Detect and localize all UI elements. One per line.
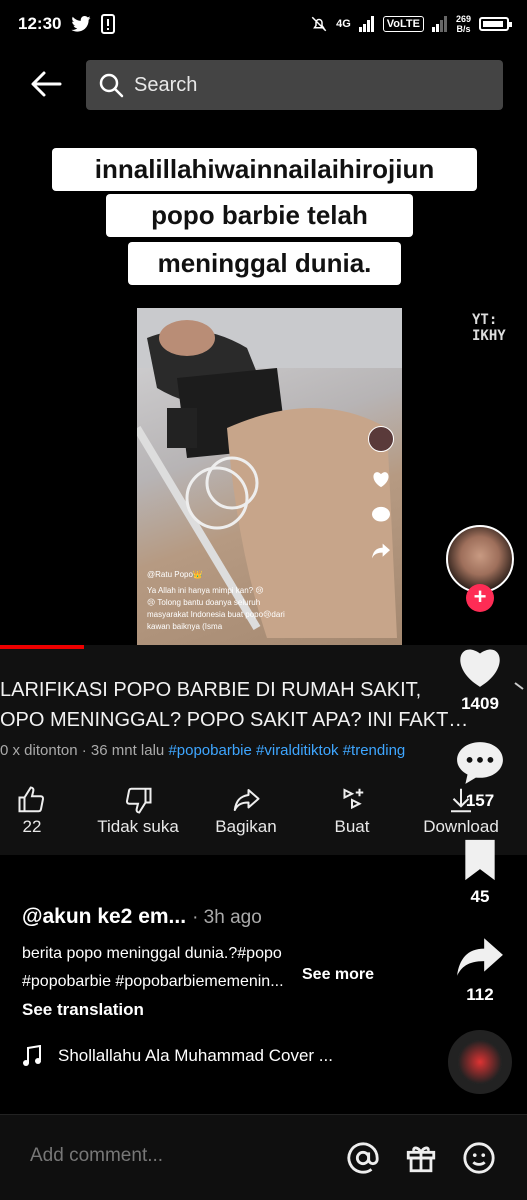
thumbs-down-icon xyxy=(125,787,152,814)
music-note-icon xyxy=(23,1045,41,1066)
remix-icon xyxy=(343,788,364,810)
status-time: 12:30 xyxy=(18,14,62,33)
signal-icon-2 xyxy=(431,16,447,32)
thumbs-up-icon xyxy=(18,786,45,813)
share-arrow-icon xyxy=(233,789,260,811)
bookmark-button[interactable]: 45 xyxy=(440,838,520,907)
share-button[interactable]: 112 xyxy=(440,934,520,1005)
back-arrow-icon[interactable] xyxy=(28,66,64,102)
bookmark-count: 45 xyxy=(470,887,490,906)
music-disc[interactable] xyxy=(448,1030,512,1094)
net-speed: 269 B/s xyxy=(455,14,471,34)
hospital-scene-illustration xyxy=(137,308,402,638)
youtube-meta: 0 x ditonton · 36 mnt lalu #popobarbie #… xyxy=(0,742,406,759)
post-time: · 3h ago xyxy=(192,907,262,928)
follow-button[interactable]: + xyxy=(466,584,494,612)
see-more-link[interactable]: See more xyxy=(302,966,374,984)
volte-badge: VoLTE xyxy=(382,16,424,32)
post-author[interactable]: @akun ke2 em... · 3h ago xyxy=(22,905,262,929)
search-icon xyxy=(99,73,124,98)
comment-bar: Add comment... xyxy=(0,1114,527,1200)
network-type: 4G xyxy=(336,18,351,30)
embedded-text-1: Ya Allah ini hanya mimpi kan? 😢 xyxy=(147,586,264,595)
bookmark-icon xyxy=(465,839,495,881)
yt-create: Buat xyxy=(326,785,378,837)
embedded-tiktok-rail xyxy=(368,426,394,560)
music-title: Shollallahu Ala Muhammad Cover ... xyxy=(58,1046,333,1065)
embedded-user: @Ratu Popo👑 xyxy=(147,570,203,579)
video-caption-line-1: innalillahiwainnailaihirojiun xyxy=(52,148,477,191)
status-bar: 12:30 4G VoLTE 269 B/s xyxy=(0,0,527,48)
yt-share: Bagikan xyxy=(208,785,284,837)
comment-bubble-icon xyxy=(457,742,503,784)
embedded-text-3: masyarakat Indonesia buat popo😢dari xyxy=(147,610,285,619)
battery-icon xyxy=(479,17,512,31)
youtube-title: LARIFIKASI POPO BARBIE DI RUMAH SAKIT, O… xyxy=(0,679,469,731)
signal-icon xyxy=(358,16,374,32)
like-button[interactable]: 1409 xyxy=(440,643,520,714)
share-count: 112 xyxy=(466,985,494,1004)
twitter-icon xyxy=(71,16,92,32)
mute-icon xyxy=(311,16,327,32)
heart-icon xyxy=(460,649,500,687)
emoji-icon[interactable] xyxy=(462,1141,496,1175)
search-placeholder: Search xyxy=(134,73,198,96)
comment-input[interactable]: Add comment... xyxy=(30,1145,163,1167)
video-caption-line-2: popo barbie telah xyxy=(106,194,413,237)
gift-icon[interactable] xyxy=(404,1141,438,1175)
creator-avatar[interactable] xyxy=(446,525,514,593)
yt-dislike: Tidak suka xyxy=(92,785,184,837)
embedded-text-4: kawan baiknya (Isma xyxy=(147,622,223,631)
share-icon xyxy=(457,938,503,976)
mention-icon[interactable] xyxy=(346,1141,380,1175)
yt-like: 22 xyxy=(12,785,52,837)
embedded-video-frame: @Ratu Popo👑 Ya Allah ini hanya mimpi kan… xyxy=(137,308,402,648)
see-translation-link[interactable]: See translation xyxy=(22,1000,144,1020)
like-count: 1409 xyxy=(461,694,499,713)
embedded-text-2: 😢 Tolong bantu doanya seluruh xyxy=(147,598,261,607)
video-watermark: YT: IKHY xyxy=(472,312,506,344)
comment-count: 157 xyxy=(465,791,495,810)
search-input[interactable]: Search xyxy=(86,60,503,110)
video-caption-line-3: meninggal dunia. xyxy=(128,242,401,285)
phone-icon xyxy=(101,14,116,34)
comment-button[interactable]: 157 xyxy=(440,740,520,811)
music-track[interactable]: Shollallahu Ala Muhammad Cover ... xyxy=(22,1045,333,1067)
progress-bar xyxy=(0,645,84,649)
